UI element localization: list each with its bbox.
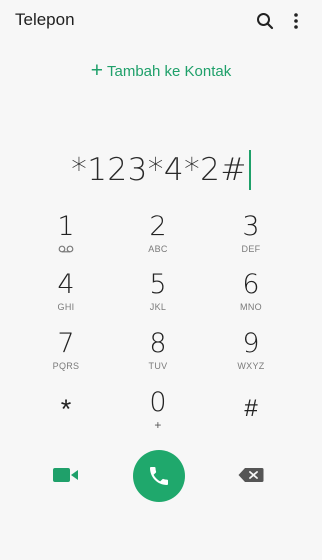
text-cursor <box>248 150 251 190</box>
app-header: Telepon <box>0 0 322 42</box>
more-options-button[interactable] <box>284 9 308 33</box>
dialed-number: *123*4*2# <box>71 152 247 188</box>
key-digit: 7 <box>57 328 75 359</box>
key-0[interactable]: 0 + <box>118 388 198 440</box>
key-digit: 5 <box>149 269 167 300</box>
key-letters: GHI <box>57 302 75 312</box>
dialed-number-field[interactable]: *123*4*2# <box>0 146 322 194</box>
key-digit: 0 <box>149 387 167 418</box>
key-4[interactable]: 4 GHI <box>26 270 106 322</box>
key-digit: 3 <box>242 211 260 242</box>
key-letters: MNO <box>240 302 262 312</box>
key-digit: 9 <box>242 328 260 359</box>
key-letters: WXYZ <box>237 361 265 371</box>
backspace-button[interactable] <box>236 463 266 487</box>
video-call-button[interactable] <box>52 461 80 489</box>
call-button[interactable] <box>133 450 185 502</box>
key-letters: + <box>154 418 162 432</box>
key-letters: ABC <box>148 244 168 254</box>
add-to-contacts-label: Tambah ke Kontak <box>107 62 232 80</box>
key-6[interactable]: 6 MNO <box>211 270 291 322</box>
key-digit: # <box>244 395 258 422</box>
key-digit: 1 <box>57 211 75 242</box>
add-to-contacts-button[interactable]: + Tambah ke Kontak <box>0 58 322 84</box>
key-9[interactable]: 9 WXYZ <box>211 329 291 381</box>
key-8[interactable]: 8 TUV <box>118 329 198 381</box>
key-letters: DEF <box>241 244 261 254</box>
dialer-screen: Telepon + Tambah ke Kontak *123*4*2# 1 2… <box>0 0 322 560</box>
key-star[interactable]: * <box>26 388 106 440</box>
video-call-icon <box>53 468 78 482</box>
key-digit: 4 <box>57 269 75 300</box>
key-letters: JKL <box>149 302 167 312</box>
key-digit: 2 <box>149 211 167 242</box>
search-icon <box>257 13 274 30</box>
key-5[interactable]: 5 JKL <box>118 270 198 322</box>
key-letters: PQRS <box>52 361 80 371</box>
key-2[interactable]: 2 ABC <box>118 212 198 264</box>
key-digit: 8 <box>149 328 167 359</box>
add-plus-icon: + <box>90 58 103 82</box>
key-1[interactable]: 1 <box>26 212 106 264</box>
voicemail-icon <box>58 245 74 253</box>
key-letters: TUV <box>148 361 168 371</box>
key-7[interactable]: 7 PQRS <box>26 329 106 381</box>
more-vertical-icon <box>294 13 298 29</box>
search-button[interactable] <box>253 9 277 33</box>
phone-icon <box>150 467 168 485</box>
backspace-icon <box>238 468 264 482</box>
key-3[interactable]: 3 DEF <box>211 212 291 264</box>
key-digit: * <box>60 394 72 424</box>
key-digit: 6 <box>242 269 260 300</box>
key-hash[interactable]: # <box>211 388 291 440</box>
page-title: Telepon <box>15 10 75 29</box>
